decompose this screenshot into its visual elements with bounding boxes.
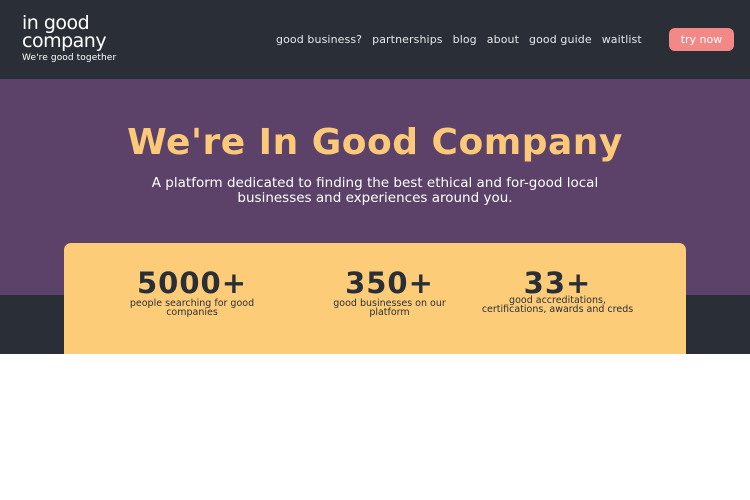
main-nav: good business? partnerships blog about g… <box>276 33 642 46</box>
nav-about[interactable]: about <box>487 33 519 46</box>
stat-label: good accreditations, certifications, awa… <box>481 295 634 315</box>
hero-subtitle: A platform dedicated to finding the best… <box>151 175 599 206</box>
stat-value: 350+ <box>345 266 434 300</box>
nav-waitlist[interactable]: waitlist <box>602 33 642 46</box>
hero-title: We're In Good Company <box>127 122 623 163</box>
stats-card: 5000+ people searching for good companie… <box>64 243 686 354</box>
logo-tagline: We're good together <box>22 53 117 63</box>
stat-people: 5000+ people searching for good companie… <box>112 267 272 317</box>
stat-value: 5000+ <box>136 266 247 300</box>
stat-businesses: 350+ good businesses on our platform <box>317 267 462 317</box>
nav-partnerships[interactable]: partnerships <box>372 33 443 46</box>
top-navbar: in good company We're good together good… <box>0 0 750 79</box>
stat-label: good businesses on our platform <box>333 298 446 318</box>
stat-accreditations: 33+ good accreditations, certifications,… <box>480 267 635 314</box>
stat-label: people searching for good companies <box>129 298 255 318</box>
try-now-button[interactable]: try now <box>669 28 734 51</box>
nav-blog[interactable]: blog <box>453 33 477 46</box>
nav-good-guide[interactable]: good guide <box>529 33 592 46</box>
nav-good-business[interactable]: good business? <box>276 33 362 46</box>
logo-text-line2: company <box>22 30 107 52</box>
brand-logo[interactable]: in good company We're good together <box>22 14 116 65</box>
